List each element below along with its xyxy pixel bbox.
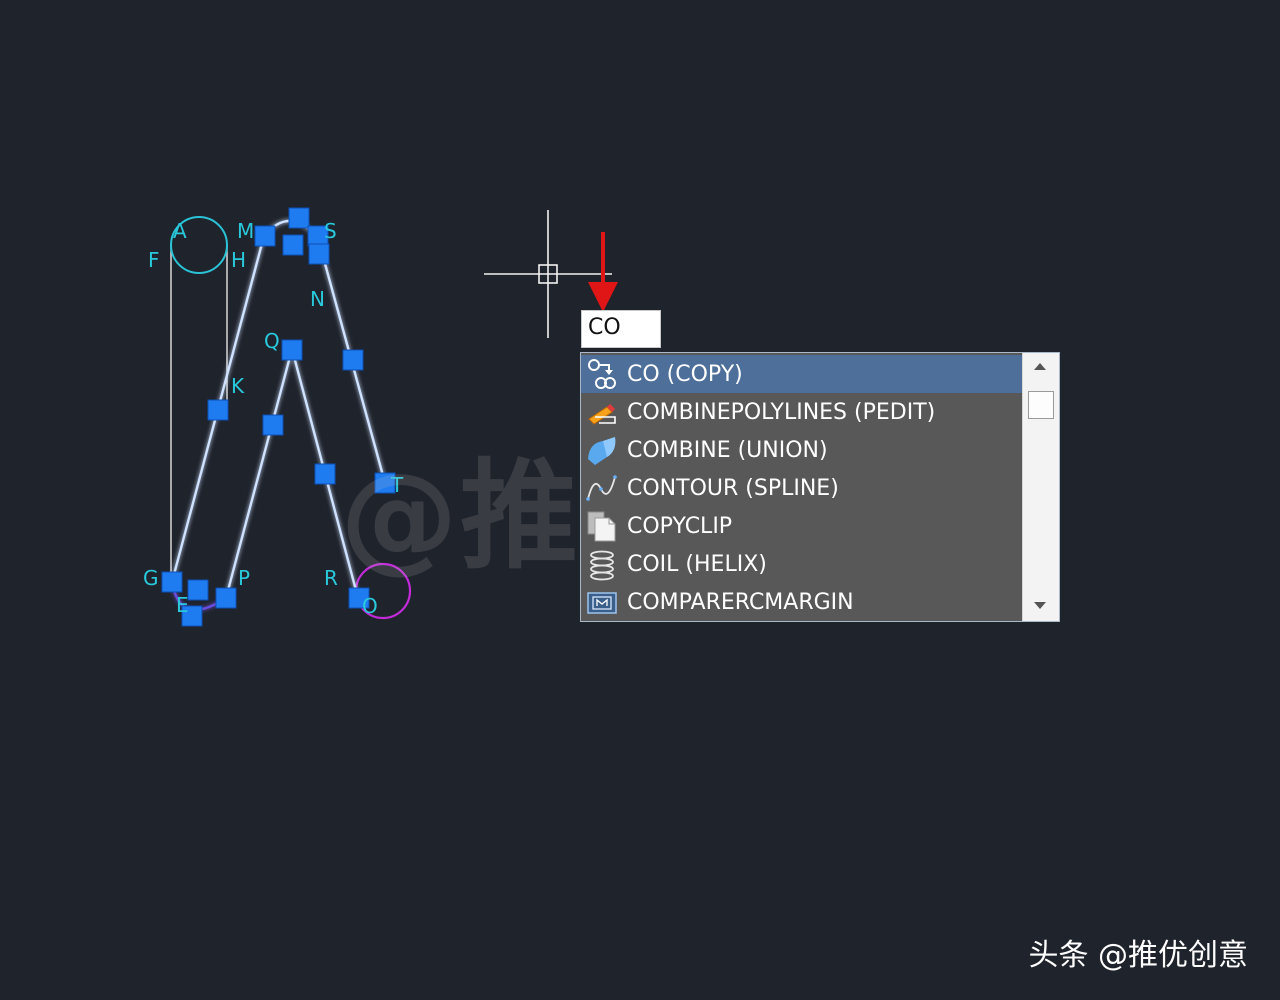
- grip: [288, 207, 310, 229]
- point-label-g: G: [143, 566, 159, 590]
- point-label-f: F: [148, 248, 160, 272]
- command-input[interactable]: CO: [581, 310, 661, 348]
- grip: [262, 414, 284, 436]
- helix-icon: [585, 547, 619, 581]
- grip: [281, 339, 303, 361]
- compare-margin-icon: [585, 585, 619, 619]
- autocomplete-item-label: COMBINE (UNION): [627, 437, 828, 463]
- copy-icon: [585, 357, 619, 391]
- point-label-r: R: [324, 566, 338, 590]
- grip: [308, 243, 330, 265]
- point-label-k: K: [231, 374, 245, 398]
- point-label-q: Q: [264, 329, 280, 353]
- scroll-up-arrow-icon[interactable]: [1034, 363, 1046, 370]
- point-label-a: A: [173, 219, 187, 243]
- autocomplete-item-label: CO (COPY): [627, 361, 743, 387]
- point-label-n: N: [310, 287, 325, 311]
- grip: [342, 349, 364, 371]
- union-solid-icon: [585, 433, 619, 467]
- point-label-m: M: [237, 219, 254, 243]
- grip: [207, 399, 229, 421]
- autocomplete-item-combine[interactable]: COMBINE (UNION): [581, 431, 1023, 469]
- autocomplete-item-coil[interactable]: COIL (HELIX): [581, 545, 1023, 583]
- grip: [254, 225, 276, 247]
- pencil-polyline-icon: [585, 395, 619, 429]
- autocomplete-item-combinepolylines[interactable]: COMBINEPOLYLINES (PEDIT): [581, 393, 1023, 431]
- scroll-down-arrow-icon[interactable]: [1034, 602, 1046, 609]
- autocomplete-item-label: COMPARERCMARGIN: [627, 589, 854, 615]
- autocomplete-item-label: CONTOUR (SPLINE): [627, 475, 839, 501]
- scroll-thumb[interactable]: [1028, 391, 1054, 419]
- autocomplete-item-label: COMBINEPOLYLINES (PEDIT): [627, 399, 936, 425]
- autocomplete-item-contour[interactable]: CONTOUR (SPLINE): [581, 469, 1023, 507]
- grip: [187, 579, 209, 601]
- corner-credit-watermark: 头条 @推优创意: [1028, 938, 1248, 973]
- clipboard-page-icon: [585, 509, 619, 543]
- grip: [161, 571, 183, 593]
- autocomplete-item-comparercmargin[interactable]: COMPARERCMARGIN: [581, 583, 1023, 621]
- point-label-e: E: [176, 593, 189, 617]
- point-label-s: S: [324, 219, 337, 243]
- autocomplete-list[interactable]: CO (COPY) COMBINEPOLYLINES (PEDIT) COMBI…: [580, 352, 1060, 622]
- spline-icon: [585, 471, 619, 505]
- grip: [314, 463, 336, 485]
- grip: [282, 234, 304, 256]
- point-label-h: H: [231, 248, 246, 272]
- autocomplete-scrollbar[interactable]: [1022, 353, 1059, 621]
- point-label-p: P: [238, 566, 250, 590]
- red-arrow-icon: [588, 232, 618, 312]
- autocomplete-item-label: COIL (HELIX): [627, 551, 767, 577]
- autocomplete-item-label: COPYCLIP: [627, 513, 733, 539]
- autocomplete-item-copy[interactable]: CO (COPY): [581, 355, 1023, 393]
- grip: [215, 587, 237, 609]
- point-label-o: O: [362, 594, 378, 618]
- autocomplete-item-copyclip[interactable]: COPYCLIP: [581, 507, 1023, 545]
